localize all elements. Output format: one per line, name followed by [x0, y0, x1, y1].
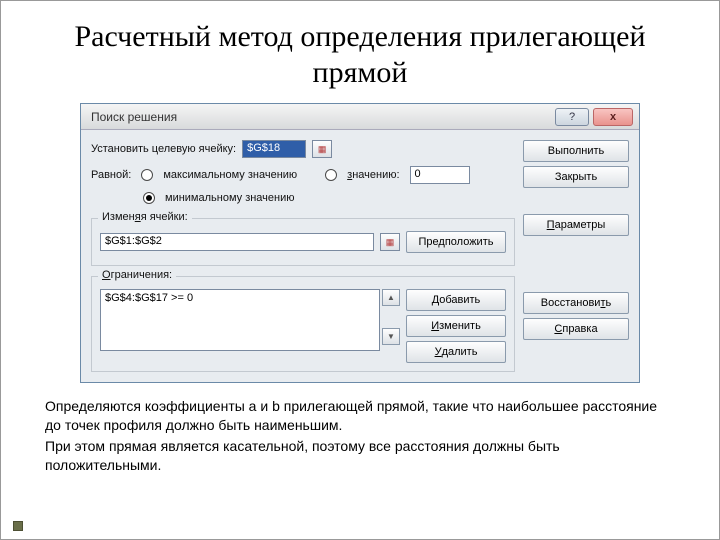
scroll-up-icon[interactable]: ▲ [382, 289, 400, 306]
target-cell-label: Установить целевую ячейку: [91, 143, 236, 155]
caption-1: Определяются коэффициенты a и b прилегаю… [45, 397, 675, 435]
help-button[interactable]: Справка [523, 318, 629, 340]
constraints-list[interactable]: $G$4:$G$17 >= 0 [100, 289, 380, 351]
close-icon[interactable]: x [593, 108, 633, 126]
ref-picker-icon[interactable]: ▦ [380, 233, 400, 251]
solver-dialog: Поиск решения ? x Установить целевую яче… [80, 103, 640, 383]
radio-max[interactable] [141, 169, 153, 181]
params-button[interactable]: Параметры [523, 214, 629, 236]
changing-cells-input[interactable]: $G$1:$G$2 [100, 233, 374, 251]
help-icon[interactable]: ? [555, 108, 589, 126]
delete-button[interactable]: Удалить [406, 341, 506, 363]
constraints-group: Ограничения: $G$4:$G$17 >= 0 ▲ ▼ Добавит… [91, 276, 515, 372]
radio-value-label: значению: [347, 169, 399, 181]
constraint-item[interactable]: $G$4:$G$17 >= 0 [105, 292, 375, 304]
changing-cells-label: Изменяя ячейки: [98, 211, 192, 223]
add-button[interactable]: Добавить [406, 289, 506, 311]
close-button[interactable]: Закрыть [523, 166, 629, 188]
radio-value[interactable] [325, 169, 337, 181]
titlebar: Поиск решения ? x [81, 104, 639, 130]
constraints-label: Ограничения: [98, 269, 176, 281]
target-cell-input[interactable]: $G$18 [242, 140, 306, 158]
radio-max-label: максимальному значению [163, 169, 297, 181]
ref-picker-icon[interactable]: ▦ [312, 140, 332, 158]
slide-title: Расчетный метод определения прилегающей … [41, 19, 679, 91]
value-input[interactable]: 0 [410, 166, 470, 184]
scroll-down-icon[interactable]: ▼ [382, 328, 400, 345]
radio-min-label: минимальному значению [165, 192, 295, 204]
reset-button[interactable]: Восстановить [523, 292, 629, 314]
changing-cells-group: Изменяя ячейки: $G$1:$G$2 ▦ Предположить [91, 218, 515, 266]
radio-min[interactable] [143, 192, 155, 204]
caption-2: При этом прямая является касательной, по… [45, 437, 675, 475]
guess-button[interactable]: Предположить [406, 231, 506, 253]
edit-button[interactable]: Изменить [406, 315, 506, 337]
dialog-title: Поиск решения [91, 110, 177, 124]
equal-to-label: Равной: [91, 169, 131, 181]
slide-bullet-icon [13, 521, 23, 531]
run-button[interactable]: Выполнить [523, 140, 629, 162]
